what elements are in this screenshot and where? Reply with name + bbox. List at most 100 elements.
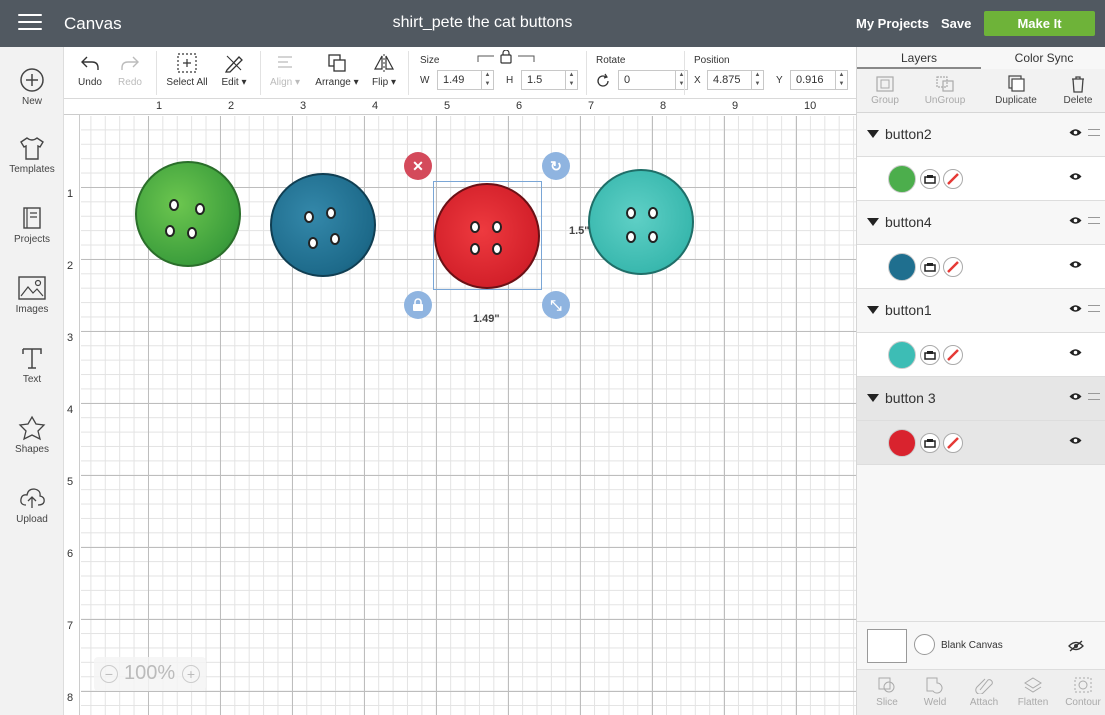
height-stepper[interactable]: ▲ ▼: [565, 71, 577, 89]
tab-color-sync[interactable]: Color Sync: [982, 47, 1105, 69]
caret-down-icon[interactable]: [867, 394, 879, 402]
select-all-button[interactable]: Select All: [164, 53, 210, 88]
zoom-in-button[interactable]: +: [182, 665, 200, 683]
delete-handle-icon[interactable]: ✕: [404, 152, 432, 180]
layer-group-name: button4: [885, 214, 932, 230]
eye-icon[interactable]: [1069, 348, 1082, 357]
layer-item-row[interactable]: [857, 245, 1105, 289]
print-icon[interactable]: [920, 257, 940, 277]
size-label: Size: [420, 55, 440, 66]
sidebar-item-projects[interactable]: Projects: [0, 205, 64, 245]
x-position-input[interactable]: 4.875 ▲ ▼: [707, 70, 764, 90]
teal-button-image[interactable]: [588, 169, 694, 275]
height-input[interactable]: 1.5 ▲ ▼: [521, 70, 578, 90]
layer-group-row[interactable]: button4: [857, 201, 1105, 245]
contour-button[interactable]: Contour: [1061, 676, 1105, 708]
save-button[interactable]: Save: [941, 16, 971, 31]
sidebar-item-templates[interactable]: Templates: [0, 135, 64, 175]
ruler-tick-label: 1: [67, 188, 74, 200]
layer-item-row[interactable]: [857, 157, 1105, 201]
edit-menu-button[interactable]: Edit ▾: [218, 53, 250, 88]
drag-handle-icon[interactable]: [1088, 393, 1100, 400]
sidebar-item-shapes[interactable]: Shapes: [0, 415, 64, 455]
flatten-button[interactable]: Flatten: [1011, 676, 1055, 708]
eye-icon[interactable]: [1069, 128, 1082, 137]
drag-handle-icon[interactable]: [1088, 305, 1100, 312]
my-projects-link[interactable]: My Projects: [856, 16, 929, 31]
no-fill-icon[interactable]: [943, 433, 963, 453]
undo-button[interactable]: Undo: [76, 53, 104, 88]
blue-button-image[interactable]: [270, 173, 376, 277]
attach-label: Attach: [969, 697, 999, 708]
make-it-button[interactable]: Make It: [984, 11, 1095, 36]
delete-button[interactable]: Delete: [1057, 75, 1099, 106]
ruler-tick-label: 5: [67, 476, 74, 488]
plus-circle-icon: [20, 68, 44, 92]
print-icon[interactable]: [920, 433, 940, 453]
rotate-handle-icon[interactable]: ↻: [542, 152, 570, 180]
resize-handle-icon[interactable]: ⤡: [542, 291, 570, 319]
group-button[interactable]: Group: [865, 75, 905, 106]
blank-canvas-swatch[interactable]: [867, 629, 907, 663]
ruler-tick-label: 3: [300, 100, 307, 112]
design-canvas[interactable]: 1 2 3 4 5 6 7 8 9 10 1 2 3 4 5 6 7 8 ✕ ↻: [64, 99, 856, 715]
caret-down-icon[interactable]: [867, 306, 879, 314]
flip-menu-button[interactable]: Flip ▾: [368, 53, 400, 88]
weld-button[interactable]: Weld: [915, 676, 955, 708]
layer-group-row-selected[interactable]: button 3: [857, 377, 1105, 421]
print-icon[interactable]: [920, 345, 940, 365]
eye-icon[interactable]: [1069, 304, 1082, 313]
layer-item-row-selected[interactable]: [857, 421, 1105, 465]
sidebar-item-text[interactable]: Text: [0, 345, 64, 385]
green-button-image[interactable]: [135, 161, 241, 267]
shirt-icon: [20, 137, 44, 160]
projects-icon: [23, 207, 41, 229]
eye-icon[interactable]: [1069, 172, 1082, 181]
layer-group-row[interactable]: button1: [857, 289, 1105, 333]
layer-item-row[interactable]: [857, 333, 1105, 377]
chevron-down-icon: ▾: [241, 77, 247, 88]
drag-handle-icon[interactable]: [1088, 129, 1100, 136]
align-menu-button[interactable]: Align ▾: [266, 53, 304, 88]
no-fill-icon[interactable]: [943, 345, 963, 365]
sidebar-item-upload[interactable]: Upload: [0, 485, 64, 525]
tab-layers[interactable]: Layers: [857, 47, 981, 69]
no-fill-icon[interactable]: [943, 169, 963, 189]
eye-icon[interactable]: [1069, 436, 1082, 445]
ungroup-button[interactable]: UnGroup: [919, 75, 971, 106]
duplicate-button[interactable]: Duplicate: [989, 75, 1043, 106]
width-stepper[interactable]: ▲ ▼: [481, 71, 493, 89]
arrange-menu-button[interactable]: Arrange ▾: [312, 53, 362, 88]
x-position-stepper[interactable]: ▲ ▼: [751, 71, 763, 89]
drag-handle-icon[interactable]: [1088, 217, 1100, 224]
eye-icon[interactable]: [1069, 392, 1082, 401]
layer-thumbnail: [888, 165, 916, 193]
y-position-stepper[interactable]: ▲ ▼: [835, 71, 847, 89]
no-fill-icon[interactable]: [943, 257, 963, 277]
rotate-stepper[interactable]: ▲ ▼: [675, 71, 687, 89]
eye-icon[interactable]: [1069, 260, 1082, 269]
lock-aspect-icon[interactable]: [476, 50, 536, 64]
ruler-tick-label: 8: [67, 692, 74, 704]
delete-label: Delete: [1063, 95, 1093, 106]
zoom-out-button[interactable]: −: [100, 665, 118, 683]
attach-button[interactable]: Attach: [963, 676, 1005, 708]
hidden-eye-icon[interactable]: [1068, 640, 1084, 652]
rotate-input[interactable]: 0 ▲ ▼: [618, 70, 688, 90]
canvas-color-swatch[interactable]: [914, 634, 935, 655]
caret-down-icon[interactable]: [867, 218, 879, 226]
redo-button[interactable]: Redo: [116, 53, 144, 88]
caret-down-icon[interactable]: [867, 130, 879, 138]
contour-label: Contour: [1065, 697, 1101, 708]
text-icon: [22, 348, 42, 369]
lock-handle-icon[interactable]: [404, 291, 432, 319]
width-input[interactable]: 1.49 ▲ ▼: [437, 70, 494, 90]
sidebar-item-images[interactable]: Images: [0, 275, 64, 315]
y-position-input[interactable]: 0.916 ▲ ▼: [790, 70, 848, 90]
print-icon[interactable]: [920, 169, 940, 189]
slice-button[interactable]: Slice: [867, 676, 907, 708]
layer-group-row[interactable]: button2: [857, 113, 1105, 157]
eye-icon[interactable]: [1069, 216, 1082, 225]
sidebar-item-new[interactable]: New: [0, 67, 64, 107]
ruler-tick-label: 4: [67, 404, 74, 416]
